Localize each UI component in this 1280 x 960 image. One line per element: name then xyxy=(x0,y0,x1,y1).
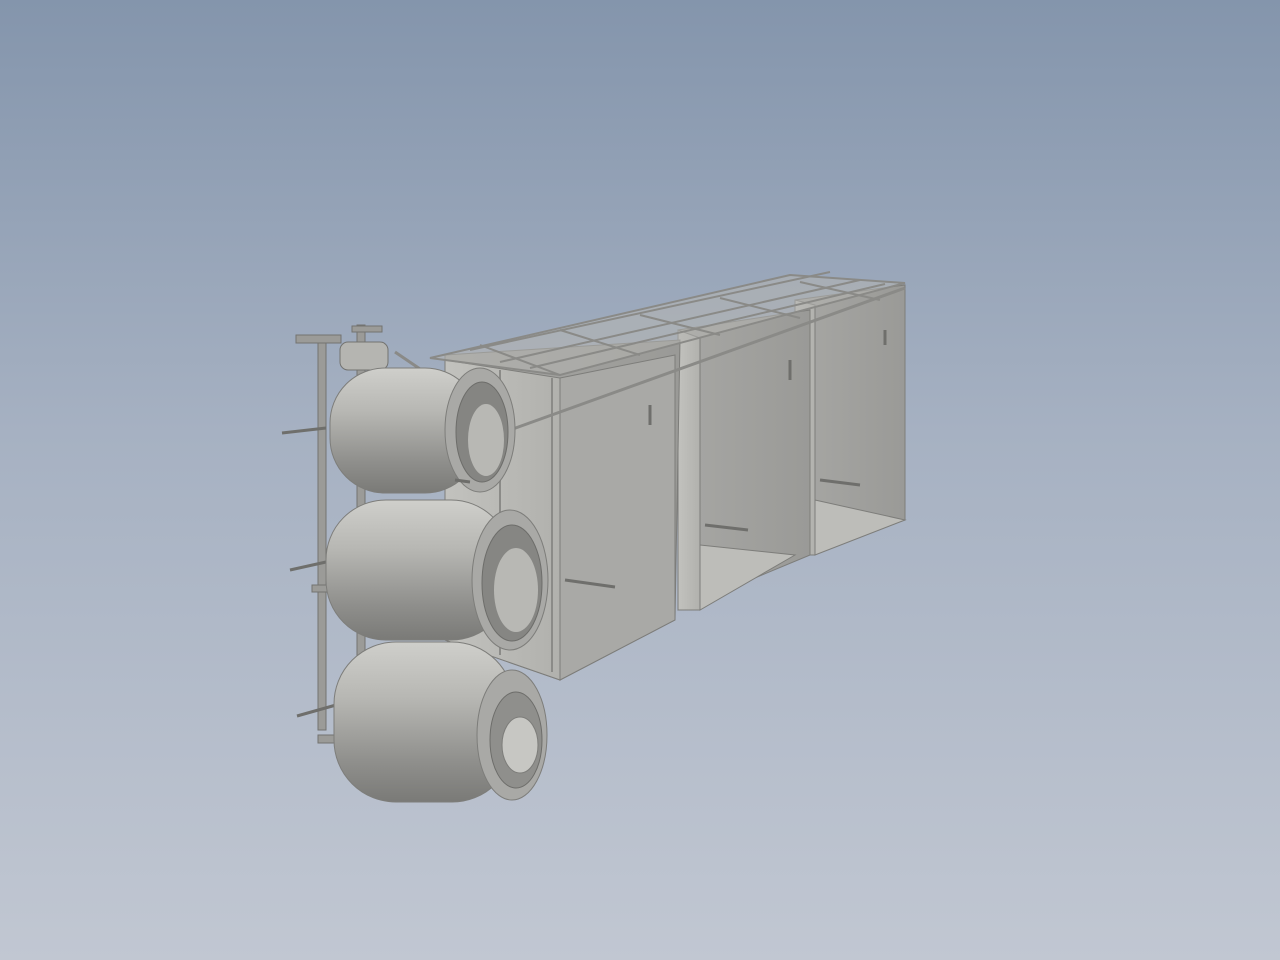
frame-bay-2 xyxy=(677,309,811,611)
cad-model xyxy=(281,271,907,803)
tank-middle xyxy=(325,499,549,651)
3d-viewport[interactable] xyxy=(0,0,1280,960)
tank-bottom xyxy=(333,641,548,803)
frame-bay-3 xyxy=(794,284,907,556)
tank-top xyxy=(329,367,516,494)
